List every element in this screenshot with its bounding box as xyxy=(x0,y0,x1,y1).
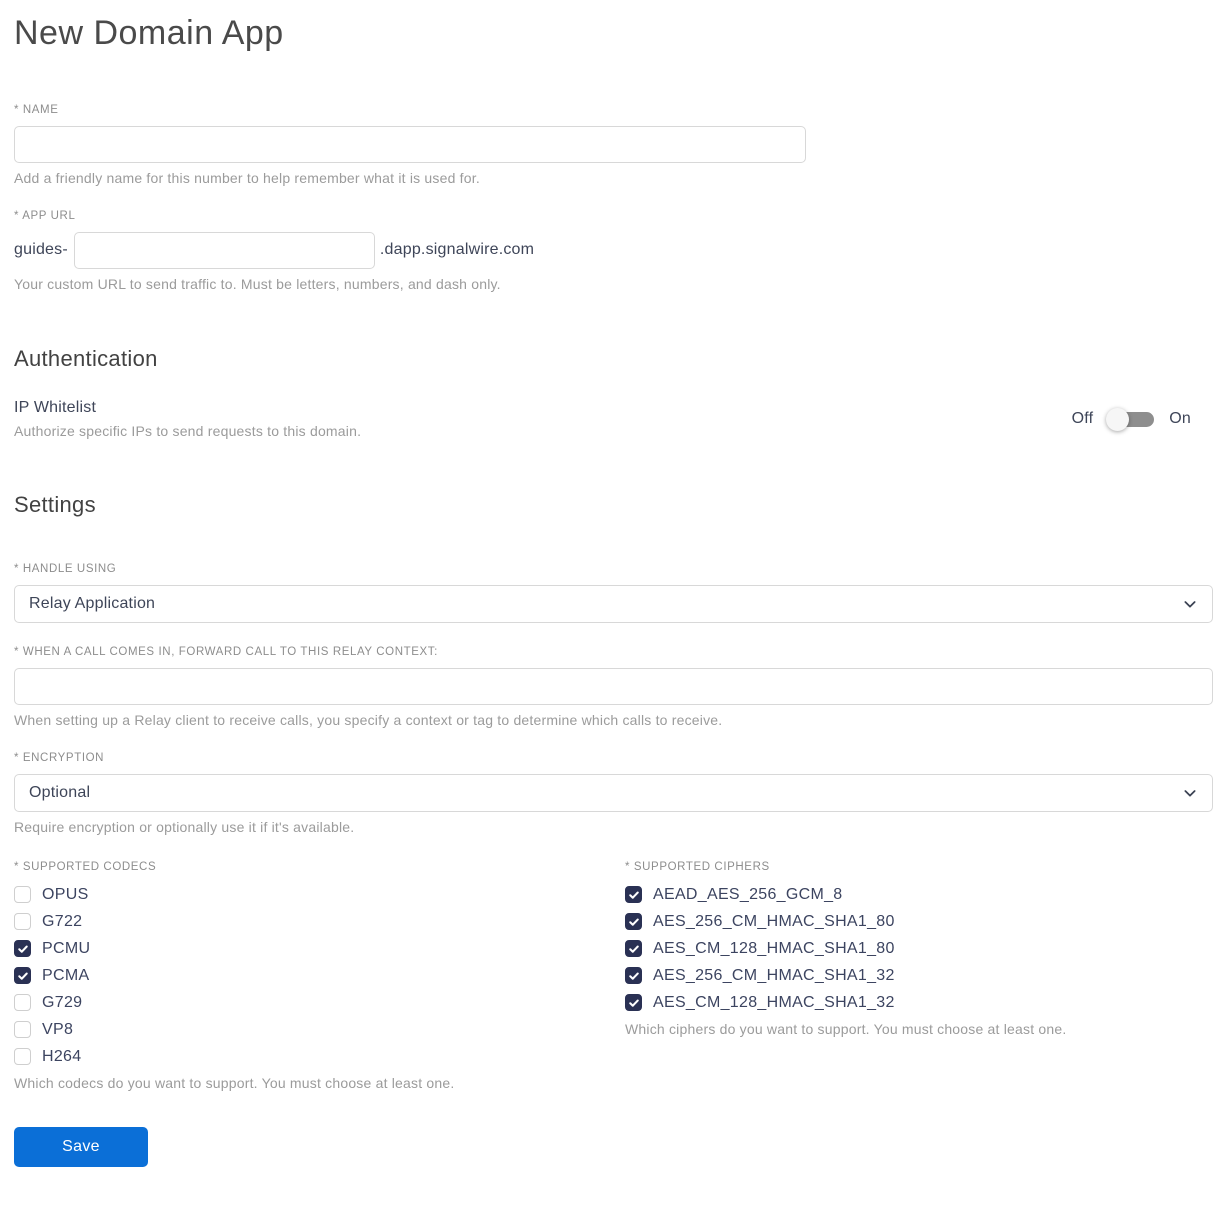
name-input[interactable] xyxy=(14,125,806,163)
encryption-select[interactable]: Optional xyxy=(14,773,1213,812)
authentication-section: Authentication IP Whitelist Authorize sp… xyxy=(14,346,1213,439)
switch-off-label: Off xyxy=(1071,409,1094,427)
ip-whitelist-toggle[interactable] xyxy=(1106,407,1155,431)
checkbox-unchecked-icon[interactable] xyxy=(14,886,31,903)
ip-whitelist-label: IP Whitelist xyxy=(14,398,97,416)
name-field-group: * NAME Add a friendly name for this numb… xyxy=(14,104,1213,186)
codecs-checkbox-list: OPUS G722 PCMU PCMA G729 VP8 H264 xyxy=(14,886,625,1066)
relay-context-input[interactable] xyxy=(14,667,1213,705)
checkbox-option-aes_256_cm_hmac_sha1_32[interactable]: AES_256_CM_HMAC_SHA1_32 xyxy=(625,967,1213,985)
checkbox-label: VP8 xyxy=(42,1020,74,1038)
supported-codecs-label: * SUPPORTED CODECS xyxy=(14,860,157,873)
authentication-heading: Authentication xyxy=(14,345,158,371)
ip-whitelist-row: IP Whitelist Authorize specific IPs to s… xyxy=(14,399,1213,439)
codecs-ciphers-row: * SUPPORTED CODECS OPUS G722 PCMU PCMA G729 V… xyxy=(14,861,1213,1091)
app-url-suffix: .dapp.signalwire.com xyxy=(379,241,535,258)
supported-ciphers-group: * SUPPORTED CIPHERS AEAD_AES_256_GCM_8 AE… xyxy=(625,861,1213,1037)
app-url-helper: Your custom URL to send traffic to. Must… xyxy=(14,275,501,292)
app-url-label: * APP URL xyxy=(14,209,76,222)
checkbox-label: AES_CM_128_HMAC_SHA1_80 xyxy=(653,939,895,957)
checkbox-option-pcma[interactable]: PCMA xyxy=(14,967,625,985)
handle-using-group: * HANDLE USING Relay Application xyxy=(14,563,1213,623)
name-helper: Add a friendly name for this number to h… xyxy=(14,169,480,186)
app-url-field-group: * APP URL guides- .dapp.signalwire.com Y… xyxy=(14,210,1213,292)
checkbox-label: OPUS xyxy=(42,885,89,903)
encryption-helper: Require encryption or optionally use it … xyxy=(14,818,355,835)
checkbox-option-opus[interactable]: OPUS xyxy=(14,886,625,904)
checkbox-label: G729 xyxy=(42,993,83,1011)
codecs-helper: Which codecs do you want to support. You… xyxy=(14,1074,455,1091)
encryption-label: * ENCRYPTION xyxy=(14,751,105,764)
ciphers-checkbox-list: AEAD_AES_256_GCM_8 AES_256_CM_HMAC_SHA1_8… xyxy=(625,886,1213,1012)
encryption-group: * ENCRYPTION Optional Require encryption… xyxy=(14,752,1213,835)
app-url-row: guides- .dapp.signalwire.com xyxy=(14,231,1213,269)
checkbox-checked-icon[interactable] xyxy=(14,940,31,957)
checkbox-label: G722 xyxy=(42,912,83,930)
settings-heading: Settings xyxy=(14,491,96,517)
toggle-knob[interactable] xyxy=(1106,407,1130,431)
new-domain-app-form: New Domain App * NAME Add a friendly nam… xyxy=(0,0,1230,1207)
checkbox-checked-icon[interactable] xyxy=(625,940,642,957)
checkbox-option-g729[interactable]: G729 xyxy=(14,994,625,1012)
checkbox-checked-icon[interactable] xyxy=(14,967,31,984)
checkbox-checked-icon[interactable] xyxy=(625,886,642,903)
checkbox-option-aes_256_cm_hmac_sha1_80[interactable]: AES_256_CM_HMAC_SHA1_80 xyxy=(625,913,1213,931)
ciphers-helper: Which ciphers do you want to support. Yo… xyxy=(625,1020,1067,1037)
chevron-down-icon xyxy=(1182,596,1198,612)
save-button[interactable]: Save xyxy=(14,1126,148,1167)
checkbox-label: PCMA xyxy=(42,966,90,984)
checkbox-option-vp8[interactable]: VP8 xyxy=(14,1021,625,1039)
ip-whitelist-text: IP Whitelist Authorize specific IPs to s… xyxy=(14,399,361,439)
relay-context-group: * WHEN A CALL COMES IN, FORWARD CALL TO … xyxy=(14,646,1213,728)
checkbox-option-aes_cm_128_hmac_sha1_32[interactable]: AES_CM_128_HMAC_SHA1_32 xyxy=(625,994,1213,1012)
checkbox-unchecked-icon[interactable] xyxy=(14,1048,31,1065)
ip-whitelist-switch-row: Off On xyxy=(1071,407,1191,431)
checkbox-label: AES_256_CM_HMAC_SHA1_80 xyxy=(653,912,895,930)
checkbox-unchecked-icon[interactable] xyxy=(14,913,31,930)
checkbox-option-h264[interactable]: H264 xyxy=(14,1048,625,1066)
checkbox-unchecked-icon[interactable] xyxy=(14,1021,31,1038)
checkbox-label: AES_256_CM_HMAC_SHA1_32 xyxy=(653,966,895,984)
relay-context-label: * WHEN A CALL COMES IN, FORWARD CALL TO … xyxy=(14,645,438,658)
encryption-value: Optional xyxy=(29,783,91,801)
app-url-input[interactable] xyxy=(73,231,375,269)
checkbox-checked-icon[interactable] xyxy=(625,967,642,984)
switch-on-label: On xyxy=(1169,409,1191,427)
ip-whitelist-helper: Authorize specific IPs to send requests … xyxy=(14,422,362,439)
checkbox-option-aead_aes_256_gcm_8[interactable]: AEAD_AES_256_GCM_8 xyxy=(625,886,1213,904)
handle-using-value: Relay Application xyxy=(29,594,156,612)
checkbox-label: H264 xyxy=(42,1047,82,1065)
checkbox-option-pcmu[interactable]: PCMU xyxy=(14,940,625,958)
app-url-prefix: guides- xyxy=(14,241,68,258)
supported-codecs-group: * SUPPORTED CODECS OPUS G722 PCMU PCMA G729 V… xyxy=(14,861,625,1091)
checkbox-option-g722[interactable]: G722 xyxy=(14,913,625,931)
handle-using-select[interactable]: Relay Application xyxy=(14,584,1213,623)
checkbox-unchecked-icon[interactable] xyxy=(14,994,31,1011)
checkbox-label: AES_CM_128_HMAC_SHA1_32 xyxy=(653,993,895,1011)
page-title: New Domain App xyxy=(14,14,284,52)
name-label: * NAME xyxy=(14,103,59,116)
checkbox-label: AEAD_AES_256_GCM_8 xyxy=(653,885,843,903)
supported-ciphers-label: * SUPPORTED CIPHERS xyxy=(625,860,770,873)
settings-section: Settings * HANDLE USING Relay Applicatio… xyxy=(14,492,1213,1167)
chevron-down-icon xyxy=(1182,785,1198,801)
checkbox-label: PCMU xyxy=(42,939,91,957)
checkbox-checked-icon[interactable] xyxy=(625,994,642,1011)
checkbox-checked-icon[interactable] xyxy=(625,913,642,930)
checkbox-option-aes_cm_128_hmac_sha1_80[interactable]: AES_CM_128_HMAC_SHA1_80 xyxy=(625,940,1213,958)
handle-using-label: * HANDLE USING xyxy=(14,562,117,575)
relay-context-helper: When setting up a Relay client to receiv… xyxy=(14,711,723,728)
